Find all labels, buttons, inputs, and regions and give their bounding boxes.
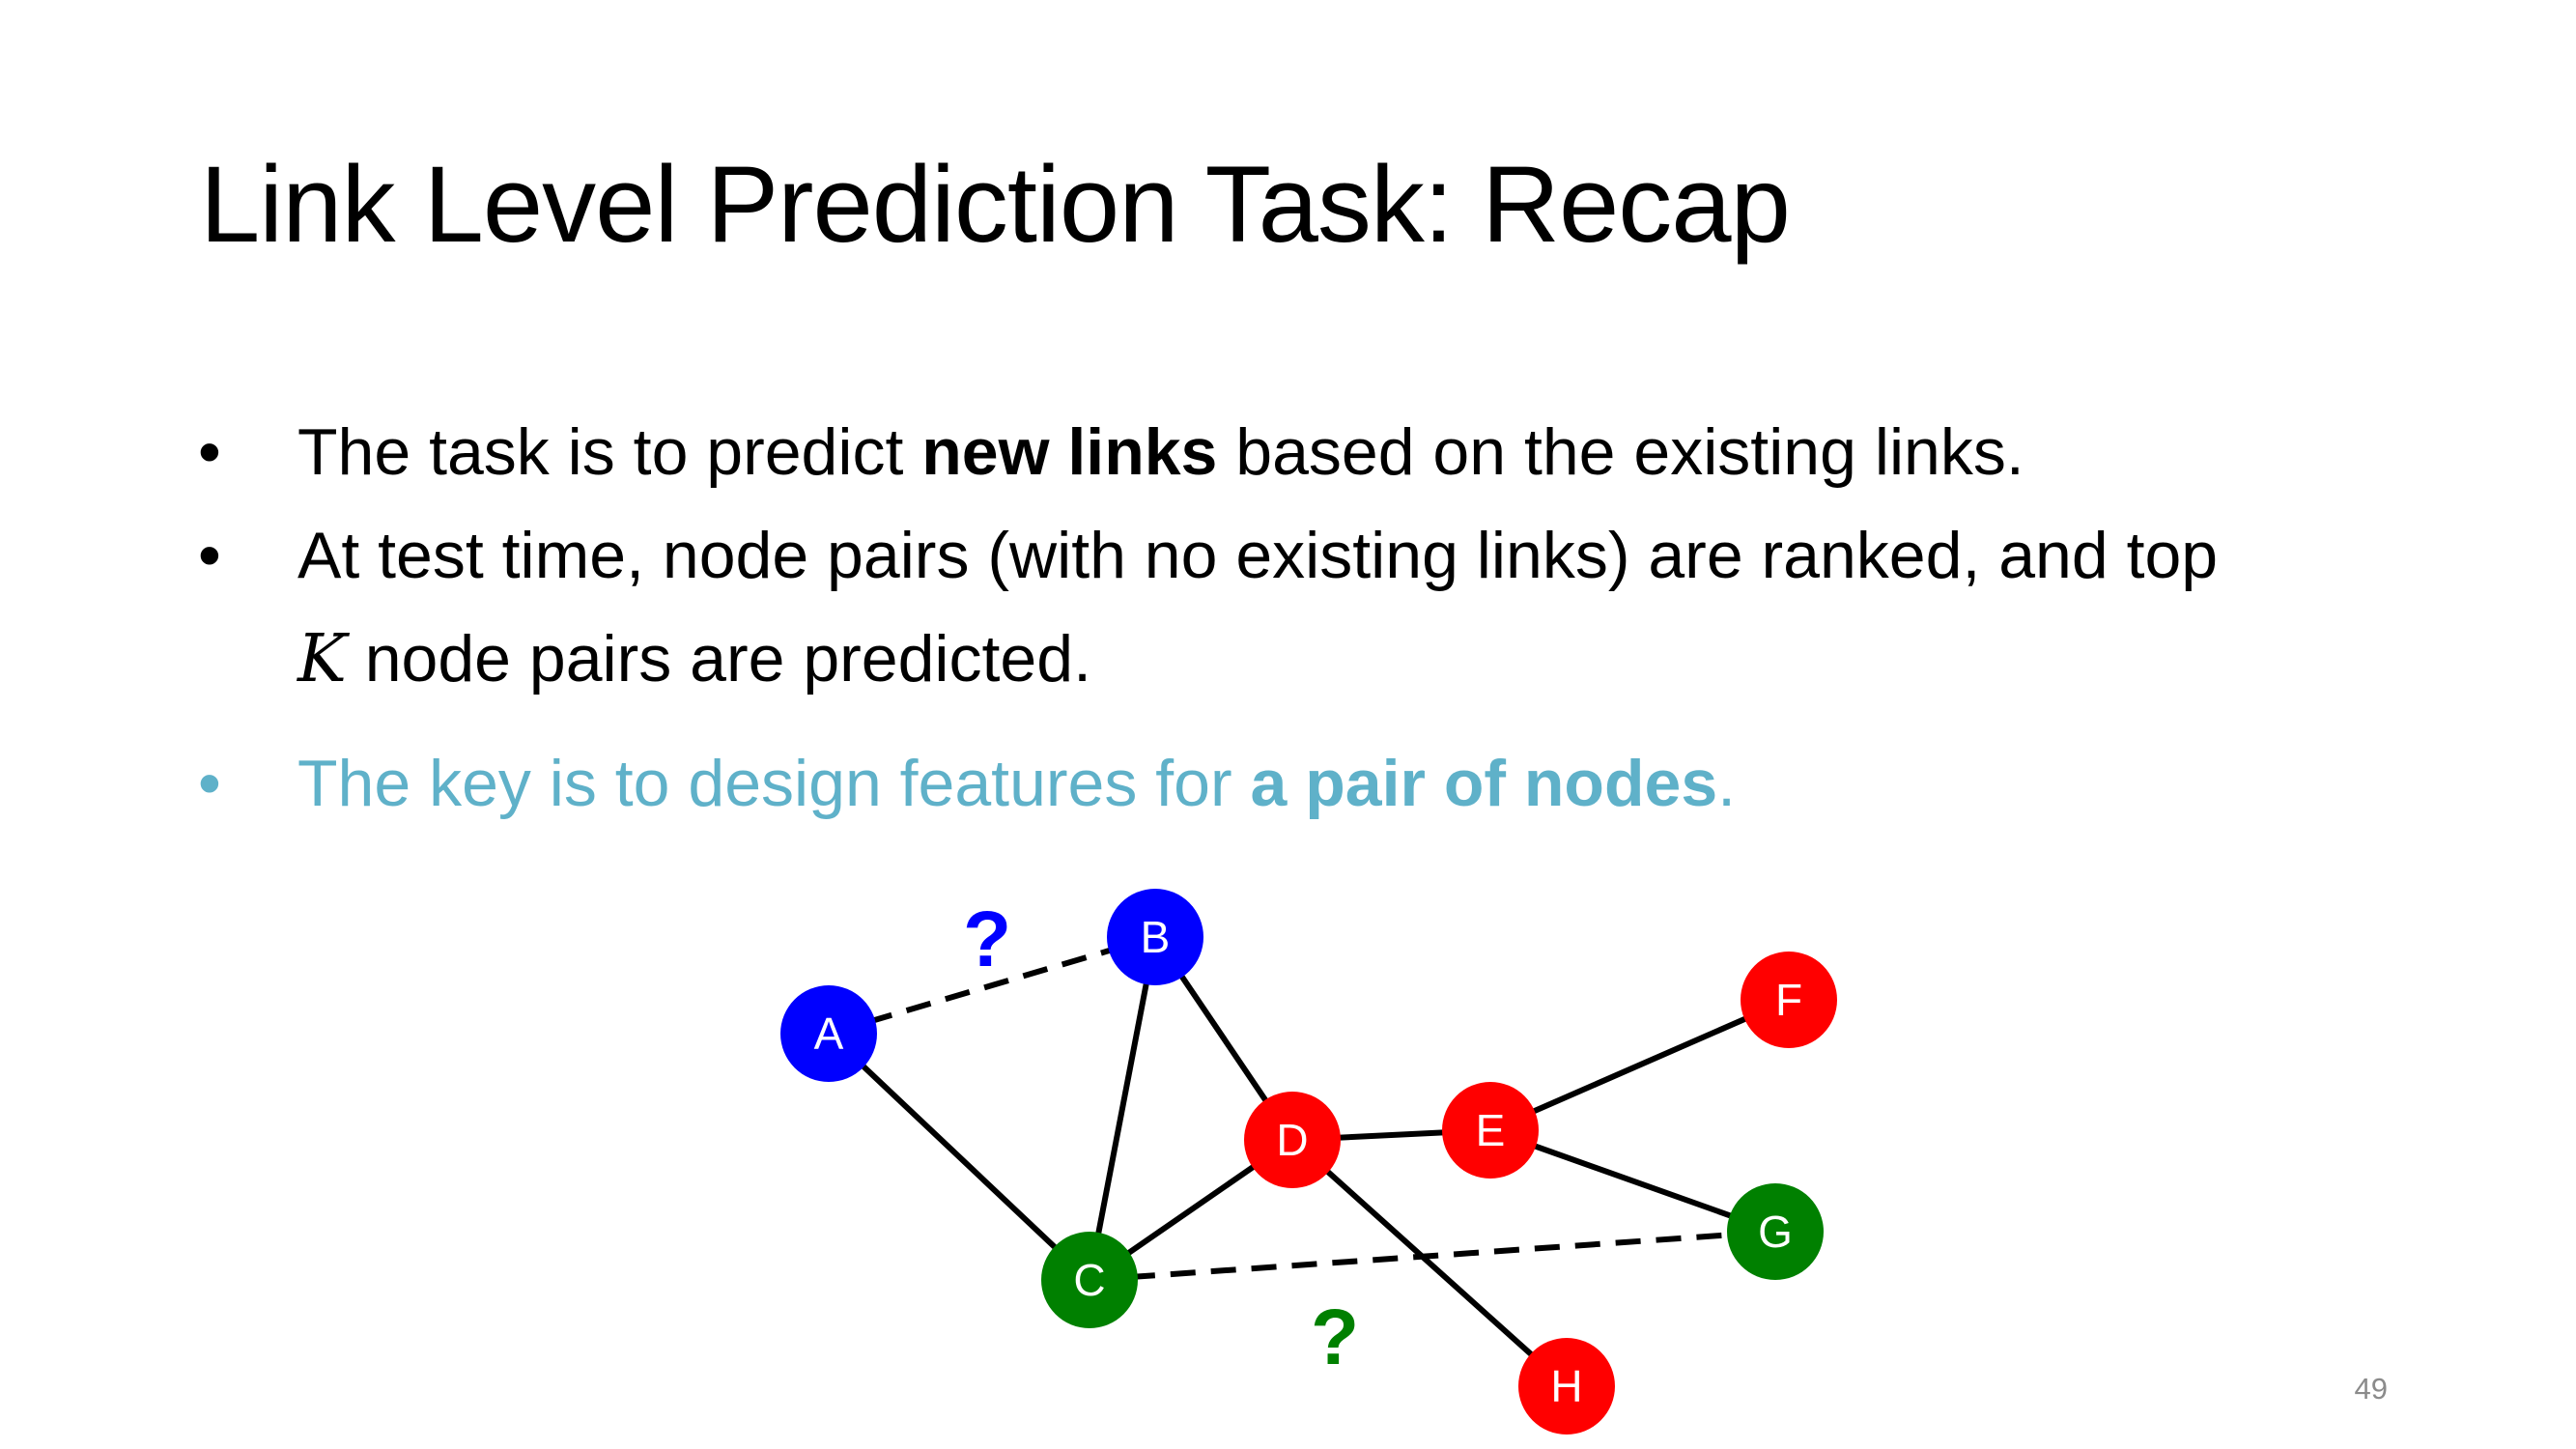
- page-number: 49: [2354, 1372, 2388, 1406]
- graph-node-g: G: [1727, 1183, 1824, 1280]
- node-label: D: [1276, 1115, 1308, 1165]
- graph-node-d: D: [1244, 1092, 1341, 1188]
- edge-e-f: [1488, 997, 1791, 1133]
- edge-a-c: [826, 1031, 1092, 1283]
- link-prediction-graph: ?? A B C D E F G H: [780, 889, 1837, 1435]
- node-label: H: [1550, 1361, 1582, 1411]
- graph-node-f: F: [1741, 952, 1837, 1048]
- graph-nodes: A B C D E F G H: [780, 889, 1837, 1435]
- graph-node-b: B: [1107, 889, 1203, 985]
- node-label: F: [1775, 975, 1802, 1025]
- graph-node-a: A: [780, 985, 877, 1082]
- node-label: B: [1141, 912, 1171, 962]
- question-mark-c-g: ?: [1311, 1293, 1359, 1381]
- graph-node-e: E: [1442, 1082, 1539, 1179]
- question-mark-a-b: ?: [963, 895, 1011, 983]
- edge-b-c: [1087, 936, 1158, 1281]
- graph-node-c: C: [1041, 1232, 1138, 1328]
- graph-node-h: H: [1518, 1338, 1615, 1435]
- node-label: C: [1073, 1255, 1105, 1305]
- node-label: E: [1476, 1105, 1506, 1155]
- edge-c-g-candidate: [1089, 1229, 1776, 1283]
- node-label: A: [814, 1009, 844, 1059]
- node-label: G: [1758, 1207, 1793, 1257]
